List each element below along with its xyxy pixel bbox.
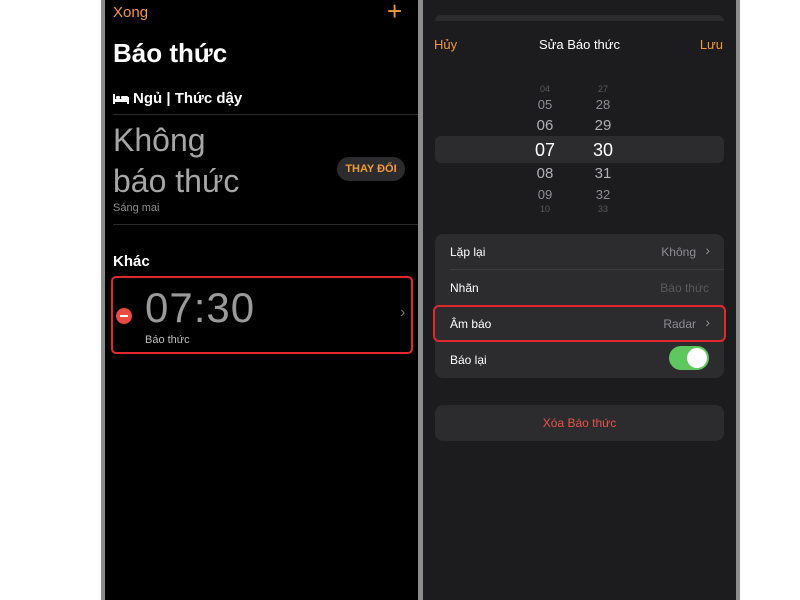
sleep-section-label: Ngủ | Thức dậy (133, 90, 243, 107)
chevron-right-icon: › (400, 304, 406, 321)
divider (113, 224, 418, 225)
no-alarm-text: Không báo thức (113, 120, 333, 202)
picker-hour: 08 (536, 165, 554, 182)
alarm-row[interactable]: 07:30 Báo thức › (111, 276, 413, 354)
chevron-right-icon: › (705, 242, 710, 258)
done-button[interactable]: Xong (113, 4, 148, 21)
no-alarm-line1: Không (113, 122, 206, 158)
change-button[interactable]: THAY ĐỔI (337, 157, 405, 181)
bed-icon (113, 93, 129, 104)
other-section-header: Khác (113, 253, 150, 270)
snooze-toggle[interactable] (669, 346, 709, 370)
picker-hour: 04 (539, 84, 550, 94)
tomorrow-label: Sáng mai (113, 202, 160, 214)
right-divider (736, 0, 740, 600)
picker-hour-selected: 07 (534, 140, 556, 160)
alarm-label: Báo thức (145, 334, 190, 346)
snooze-label: Báo lại (450, 353, 487, 367)
picker-hour: 06 (536, 117, 554, 134)
edit-alarm-title: Sửa Báo thức (538, 37, 620, 52)
toggle-knob (687, 348, 707, 368)
save-button[interactable]: Lưu (700, 37, 723, 52)
sheet-edge (435, 15, 724, 21)
picker-minute: 28 (595, 97, 611, 112)
picker-hour: 09 (537, 187, 553, 202)
alarm-time: 07:30 (145, 284, 256, 331)
divider (113, 114, 418, 115)
picker-hour: 05 (537, 97, 553, 112)
picker-minute: 32 (595, 187, 611, 202)
no-alarm-line2: báo thức (113, 163, 240, 199)
add-alarm-button[interactable]: + (387, 0, 402, 24)
picker-minute: 27 (597, 84, 608, 94)
page-title: Báo thức (113, 38, 228, 68)
alarm-list-screen: Xong + Báo thức Ngủ | Thức dậy Không báo… (105, 0, 418, 600)
repeat-value: Không (661, 245, 696, 259)
picker-selection-band (435, 136, 724, 163)
snooze-row: Báo lại (435, 342, 724, 378)
sound-row-highlight (433, 305, 726, 342)
label-row[interactable]: Nhãn Báo thức (435, 270, 724, 306)
repeat-row[interactable]: Lặp lại Không › (435, 234, 724, 270)
label-label: Nhãn (450, 281, 479, 295)
picker-minute: 31 (594, 165, 612, 182)
repeat-label: Lặp lại (450, 245, 486, 259)
picker-minute-selected: 30 (592, 140, 614, 160)
sleep-section-header: Ngủ | Thức dậy (113, 90, 242, 107)
picker-minute: 33 (597, 204, 608, 214)
delete-alarm-button[interactable]: Xóa Báo thức (435, 405, 724, 441)
edit-alarm-screen: Hủy Sửa Báo thức Lưu 04 05 06 07 08 09 1… (423, 0, 736, 600)
label-input[interactable]: Báo thức (660, 281, 709, 295)
picker-hour: 10 (539, 204, 550, 214)
picker-minute: 29 (594, 117, 612, 134)
delete-minus-icon[interactable] (116, 308, 132, 324)
